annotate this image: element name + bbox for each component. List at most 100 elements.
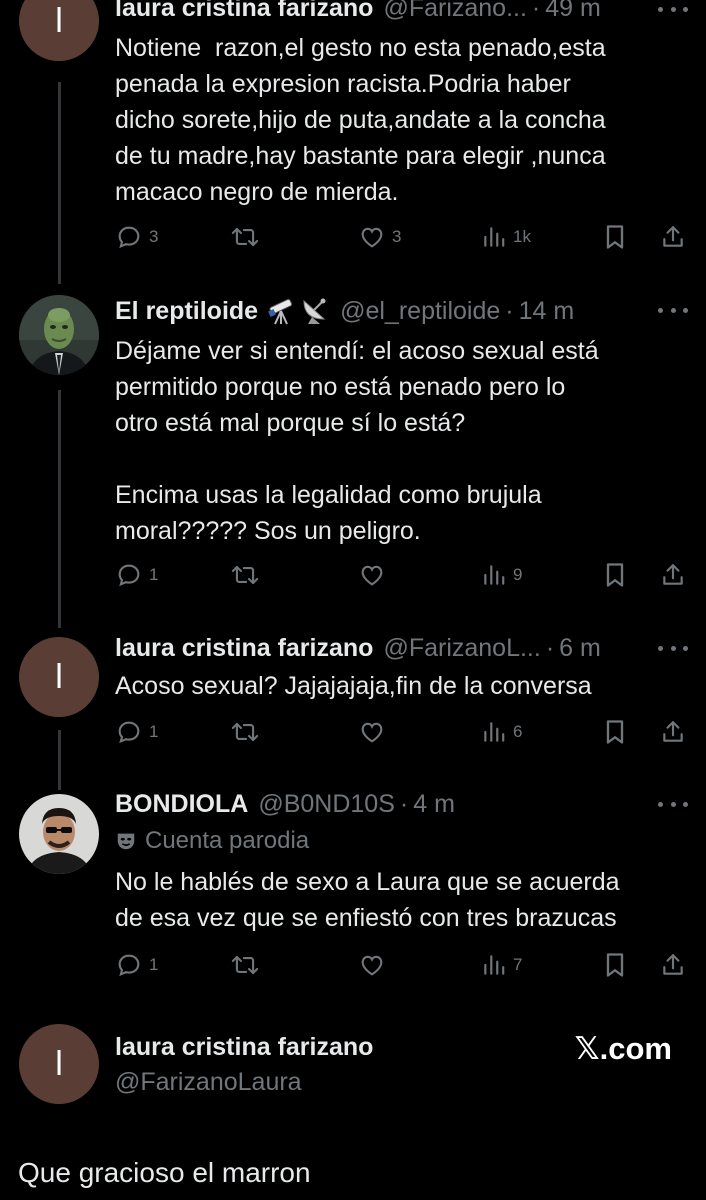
satellite-antenna-icon: [303, 298, 326, 324]
action-bar: 1 7: [115, 950, 688, 980]
bondiola-avatar-image: [19, 794, 99, 874]
views-count: 1k: [513, 227, 531, 246]
more-options-icon[interactable]: [658, 4, 688, 14]
author-handle[interactable]: @FarizanoL...: [383, 633, 540, 663]
reptile-avatar-image: [19, 295, 99, 375]
author-handle[interactable]: @Farizano...: [383, 0, 526, 23]
avatar[interactable]: l: [19, 637, 99, 717]
author-handle[interactable]: @el_reptiloide: [340, 296, 500, 326]
tweet-text: Déjame ver si entendí: el acoso sexual e…: [115, 337, 599, 545]
share-button[interactable]: [660, 560, 686, 590]
tweet-text: Notiene razon,el gesto no esta penado,es…: [115, 34, 606, 206]
tweet-header: BONDIOLA @B0ND10S · 4 m: [115, 789, 631, 819]
timestamp[interactable]: 49 m: [545, 0, 601, 23]
retweet-button[interactable]: [230, 717, 266, 747]
timestamp[interactable]: 4 m: [413, 789, 455, 819]
share-button[interactable]: [660, 950, 686, 980]
author-name[interactable]: laura cristina farizano: [115, 0, 373, 23]
more-options-icon[interactable]: [658, 305, 688, 315]
separator-dot: ·: [531, 0, 541, 22]
share-icon: [663, 721, 683, 742]
views-button[interactable]: 6: [481, 717, 522, 747]
author-handle[interactable]: @B0ND10S: [258, 789, 395, 819]
author-name[interactable]: laura cristina farizano: [115, 633, 373, 663]
action-bar: 1 9: [115, 560, 688, 590]
retweet-button[interactable]: [230, 560, 266, 590]
tweet-header: laura cristina farizano @FarizanoL... · …: [115, 633, 631, 663]
bookmark-icon: [606, 225, 624, 249]
views-count: 6: [513, 722, 523, 741]
bookmark-button[interactable]: [602, 717, 628, 747]
reply-icon: [118, 226, 140, 249]
share-button[interactable]: [660, 222, 686, 252]
telescope-icon: [268, 298, 293, 325]
views-button[interactable]: 1k: [481, 222, 531, 252]
reply-button[interactable]: 3: [115, 222, 158, 252]
separator-dot: ·: [399, 790, 409, 818]
timestamp[interactable]: 14 m: [519, 296, 575, 326]
avatar[interactable]: [19, 794, 99, 874]
like-count: 3: [392, 227, 402, 246]
retweet-button[interactable]: [230, 950, 266, 980]
views-button[interactable]: 9: [481, 560, 522, 590]
tweet-text: No le hablés de sexo a Laura que se acue…: [115, 868, 620, 932]
avatar[interactable]: [19, 295, 99, 375]
bookmark-button[interactable]: [602, 560, 628, 590]
bookmark-button[interactable]: [602, 950, 628, 980]
parody-label: Cuenta parodia: [115, 827, 309, 855]
separator-dot: ·: [545, 634, 555, 662]
retweet-icon: [231, 565, 259, 585]
views-count: 9: [513, 565, 523, 584]
like-button[interactable]: [358, 950, 392, 980]
action-bar: 1 6: [115, 717, 688, 747]
share-icon: [663, 226, 683, 247]
separator-dot: ·: [505, 297, 514, 325]
more-options-icon[interactable]: [658, 643, 688, 653]
like-button[interactable]: [358, 560, 392, 590]
thread-line: [58, 390, 61, 628]
reply-icon: [118, 954, 140, 977]
views-chart-icon: [484, 955, 505, 975]
tweet-text: Acoso sexual? Jajajajaja,fin de la conve…: [115, 672, 592, 700]
avatar[interactable]: l: [19, 1024, 99, 1104]
bookmark-icon: [606, 720, 624, 744]
retweet-button[interactable]: [230, 222, 266, 252]
like-button[interactable]: [358, 717, 392, 747]
reply-count: 1: [149, 565, 159, 584]
like-button[interactable]: 3: [358, 222, 401, 252]
bookmark-button[interactable]: [602, 222, 628, 252]
quote-author-name[interactable]: laura cristina farizano: [115, 1033, 373, 1062]
reply-count: 1: [149, 722, 159, 741]
name-emojis: [266, 297, 330, 325]
heart-icon: [361, 565, 383, 586]
parody-mask-icon: [117, 833, 135, 850]
retweet-icon: [231, 955, 259, 975]
bookmark-icon: [606, 953, 624, 977]
thread-line: [58, 82, 61, 284]
quote-author-handle[interactable]: @FarizanoLaura: [115, 1068, 302, 1097]
reply-button[interactable]: 1: [115, 950, 158, 980]
share-button[interactable]: [660, 717, 686, 747]
thread-line: [58, 730, 61, 790]
retweet-icon: [231, 227, 259, 247]
action-bar: 3 3 1k: [115, 222, 688, 252]
tweet-header: El reptiloide @el_reptiloide · 14 m: [115, 296, 631, 326]
timestamp[interactable]: 6 m: [559, 633, 601, 663]
views-chart-icon: [484, 227, 505, 247]
author-name[interactable]: BONDIOLA: [115, 789, 248, 819]
parody-text: Cuenta parodia: [145, 827, 310, 854]
tweet-header: laura cristina farizano @Farizano... · 4…: [115, 0, 631, 23]
reply-button[interactable]: 1: [115, 560, 158, 590]
reply-button[interactable]: 1: [115, 717, 158, 747]
bookmark-icon: [606, 563, 624, 587]
views-chart-icon: [484, 722, 505, 742]
author-name[interactable]: El reptiloide: [115, 296, 258, 326]
heart-icon: [361, 955, 383, 976]
avatar[interactable]: l: [19, 0, 99, 61]
views-count: 7: [513, 955, 523, 974]
share-icon: [663, 564, 683, 585]
views-button[interactable]: 7: [481, 950, 522, 980]
more-options-icon[interactable]: [658, 799, 688, 809]
caption-text: Que gracioso el marron: [18, 1157, 311, 1188]
reply-icon: [118, 721, 140, 744]
